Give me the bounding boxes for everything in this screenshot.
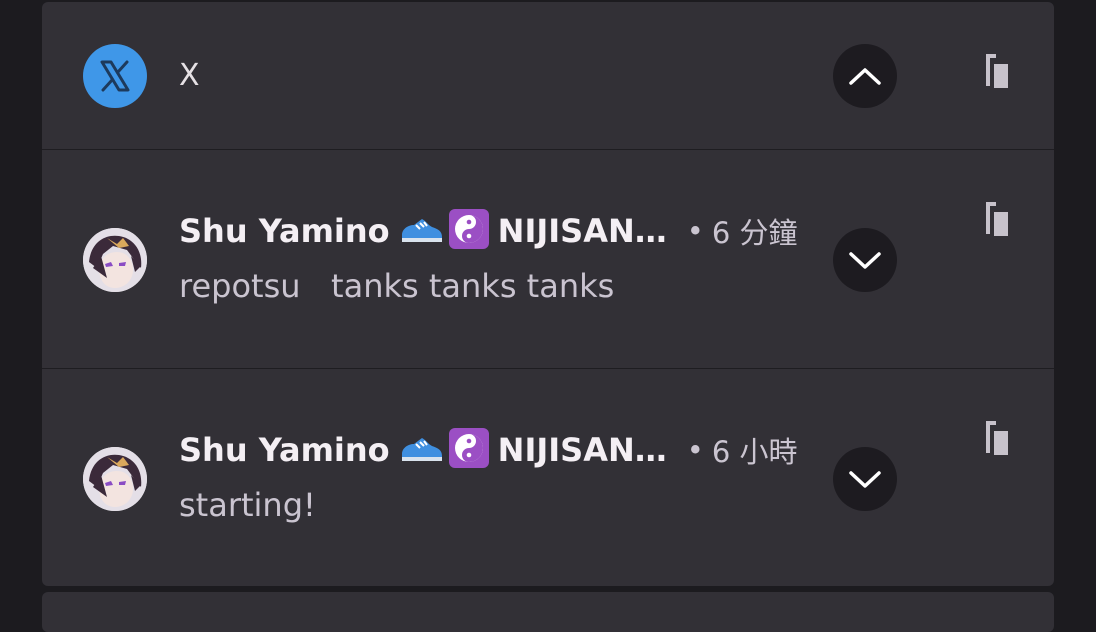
notification-title: Shu Yamino NIJISAN… • 6 小時 — [179, 427, 798, 473]
notification-message: starting! — [179, 486, 316, 524]
avatar-icon — [83, 447, 147, 511]
chevron-up-icon — [849, 68, 881, 85]
expand-button[interactable] — [833, 447, 897, 511]
sender-suffix: NIJISAN… — [497, 212, 667, 250]
running-shoe-icon — [400, 432, 444, 468]
sender-name: Shu Yamino — [179, 212, 390, 250]
notification-group: X Shu Yamino NIJISAN… • 6 分鐘 repotsu tan… — [42, 2, 1054, 586]
sender-suffix: NIJISAN… — [497, 431, 667, 469]
chevron-down-icon — [849, 471, 881, 488]
copy-icon[interactable] — [984, 52, 1010, 90]
chevron-down-icon — [849, 252, 881, 269]
sender-name: Shu Yamino — [179, 431, 390, 469]
expand-button[interactable] — [833, 228, 897, 292]
copy-icon[interactable] — [984, 419, 1010, 457]
notification-message: repotsu tanks tanks tanks — [179, 267, 615, 305]
separator-dot: • — [686, 433, 704, 467]
separator-dot: • — [686, 214, 704, 248]
timestamp: 6 分鐘 — [711, 216, 798, 250]
app-name: X — [179, 58, 200, 93]
notification-item[interactable]: Shu Yamino NIJISAN… • 6 分鐘 repotsu tanks… — [42, 150, 1054, 368]
running-shoe-icon — [400, 213, 444, 249]
next-notification-card[interactable] — [42, 592, 1054, 632]
x-logo-icon — [83, 44, 147, 108]
collapse-button[interactable] — [833, 44, 897, 108]
avatar-icon — [83, 228, 147, 292]
notification-title: Shu Yamino NIJISAN… • 6 分鐘 — [179, 208, 798, 254]
timestamp: 6 小時 — [711, 435, 798, 469]
yin-yang-icon — [448, 208, 490, 254]
yin-yang-icon — [448, 427, 490, 473]
copy-icon[interactable] — [984, 200, 1010, 238]
notification-item[interactable]: Shu Yamino NIJISAN… • 6 小時 starting! — [42, 369, 1054, 586]
app-header[interactable]: X — [42, 2, 1054, 149]
